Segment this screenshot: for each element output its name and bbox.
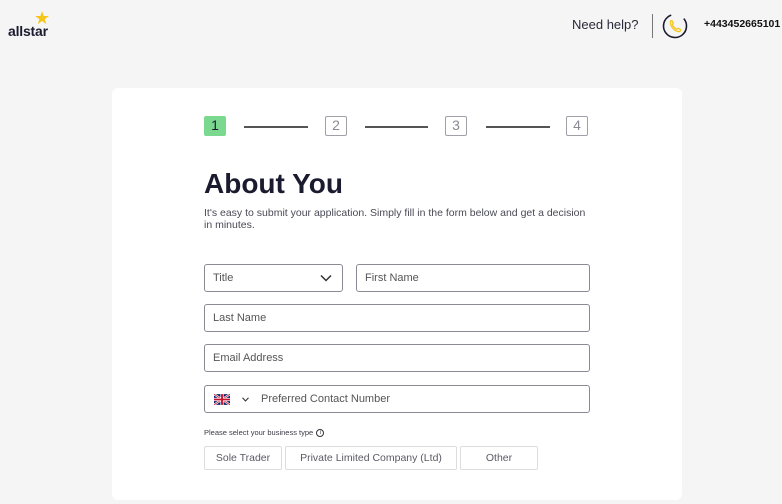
step-connector <box>486 126 550 128</box>
title-select[interactable]: Title <box>204 264 343 292</box>
header: ★ allstar Need help? +443452665101 <box>0 0 782 52</box>
last-name-field[interactable]: Last Name <box>204 304 590 332</box>
other-business-type-button[interactable]: Other <box>460 446 538 470</box>
email-field[interactable]: Email Address <box>204 344 590 372</box>
need-help-text: Need help? <box>572 17 639 32</box>
info-icon[interactable]: i <box>316 429 325 438</box>
email-placeholder: Email Address <box>213 352 284 364</box>
step-connector <box>244 126 308 128</box>
header-divider <box>652 14 653 38</box>
chevron-down-icon[interactable] <box>242 397 249 402</box>
logo-text: allstar <box>8 23 48 39</box>
business-type-label-text: Please select your business type <box>204 428 314 437</box>
application-form-card: 1 2 3 4 About You It's easy to submit yo… <box>112 88 682 500</box>
step-3: 3 <box>445 116 467 136</box>
phone-icon[interactable] <box>662 13 688 39</box>
first-name-field[interactable]: First Name <box>356 264 590 292</box>
sole-trader-button[interactable]: Sole Trader <box>204 446 282 470</box>
title-select-label: Title <box>213 272 234 284</box>
first-name-placeholder: First Name <box>365 272 419 284</box>
chevron-down-icon <box>320 274 332 282</box>
last-name-placeholder: Last Name <box>213 312 267 324</box>
page-title: About You <box>204 168 343 199</box>
contact-number-placeholder: Preferred Contact Number <box>261 393 390 405</box>
phone-number-link[interactable]: +443452665101 <box>704 18 780 30</box>
page-subtitle: It's easy to submit your application. Si… <box>204 207 586 231</box>
step-4: 4 <box>566 116 588 136</box>
uk-flag-icon[interactable] <box>214 394 230 405</box>
step-connector <box>365 126 428 128</box>
step-2: 2 <box>325 116 347 136</box>
business-type-label: Please select your business type i <box>204 428 325 438</box>
contact-number-field[interactable]: Preferred Contact Number <box>204 385 590 413</box>
allstar-logo[interactable]: ★ allstar <box>8 9 58 40</box>
step-1: 1 <box>204 116 226 136</box>
private-limited-company-button[interactable]: Private Limited Company (Ltd) <box>285 446 457 470</box>
